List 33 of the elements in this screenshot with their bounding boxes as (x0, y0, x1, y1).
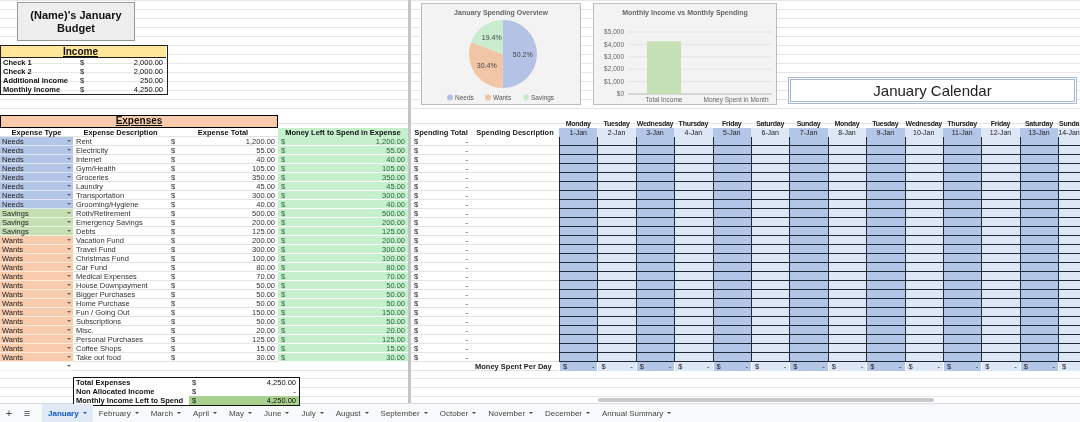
caret-icon (134, 412, 139, 414)
section-heading: Expenses (0, 115, 278, 128)
sheet-tab[interactable]: September (374, 404, 434, 422)
sheet-tab[interactable]: June (258, 404, 296, 422)
caret-icon (176, 412, 181, 414)
caret-icon (319, 412, 324, 414)
sheet-tab[interactable]: Annual Summary (596, 404, 678, 422)
caret-icon (529, 412, 534, 414)
add-sheet-button[interactable]: + (0, 404, 18, 422)
caret-icon (285, 412, 290, 414)
sheet-title: (Name)'s January Budget (29, 8, 123, 35)
sheet-tab[interactable]: January (42, 404, 93, 422)
sheet-tab[interactable]: April (186, 404, 223, 422)
calendar-title: January Calendar (873, 82, 992, 99)
caret-icon (472, 412, 477, 414)
sheet-list-button[interactable]: ≡ (18, 404, 36, 422)
caret-icon (212, 412, 217, 414)
caret-icon (423, 412, 428, 414)
caret-icon (364, 412, 369, 414)
sheet-tab[interactable]: July (295, 404, 330, 422)
sheet-tab[interactable]: August (329, 404, 375, 422)
sheet-tab[interactable]: March (144, 404, 187, 422)
sheet-tab[interactable]: November (482, 404, 540, 422)
sheet-tab[interactable]: February (92, 404, 145, 422)
caret-icon (82, 412, 87, 414)
section-heading: Income (1, 46, 166, 58)
category-dropdown[interactable] (0, 362, 73, 371)
caret-icon (586, 412, 590, 414)
caret-icon (667, 412, 672, 414)
caret-icon (248, 412, 253, 414)
sheet-tab[interactable]: October (433, 404, 483, 422)
sheet-tab[interactable]: December (539, 404, 596, 422)
sheet-tab[interactable]: May (222, 404, 259, 422)
